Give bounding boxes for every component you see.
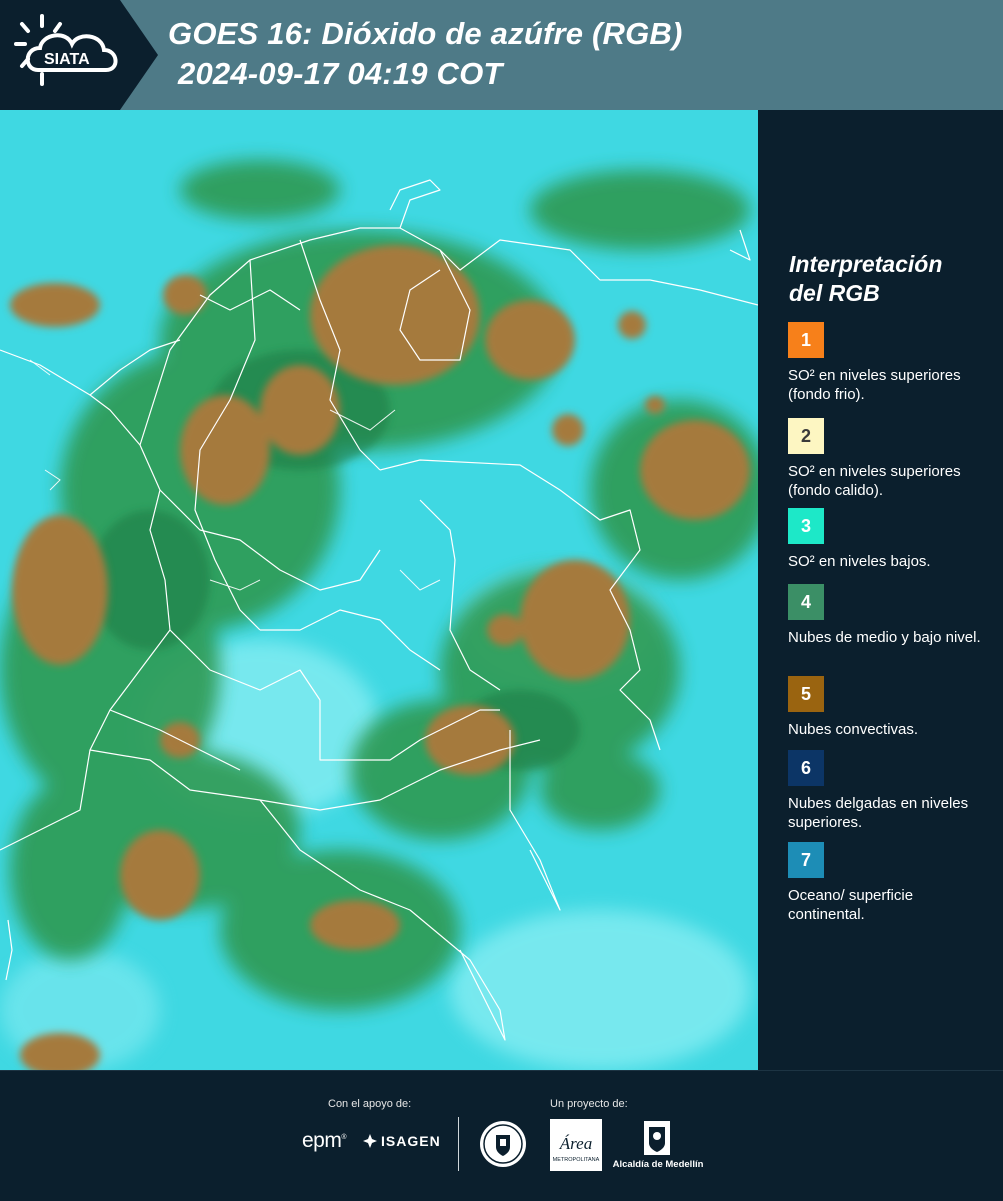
legend-label: SO² en niveles bajos. [788,553,931,570]
legend-item: 3 SO² en niveles bajos. [788,508,993,571]
legend-swatch: 5 [788,676,824,712]
legend-label: SO² en niveles superiores (fondo frio). [788,367,961,403]
support-label: Con el apoyo de: [328,1098,412,1110]
footer-divider [458,1117,459,1171]
isagen-logo[interactable]: ISAGEN [362,1133,441,1149]
legend-swatch: 3 [788,508,824,544]
alcaldia-text: Alcaldía de Medellín [612,1159,704,1170]
page-timestamp: 2024-09-17 04:19 COT [178,56,503,91]
siata-logo[interactable]: SIATA [0,0,158,110]
footer: Con el apoyo de: Un proyecto de: epm® IS… [0,1070,1003,1201]
legend-swatch: 7 [788,842,824,878]
legend-label: Oceano/ superficie continental. [788,887,914,923]
legend-label: Nubes de medio y bajo nivel. [788,629,981,646]
legend-label: SO² en niveles superiores (fondo calido)… [788,463,961,499]
legend-panel: Interpretación del RGB 1 SO² en niveles … [760,110,1003,1070]
svg-text:Área: Área [559,1134,592,1153]
siata-logo-text: SIATA [44,51,90,68]
legend-item: 2 SO² en niveles superiores (fondo calid… [788,418,993,500]
legend-item: 5 Nubes convectivas. [788,676,993,739]
isagen-icon [363,1134,377,1148]
header-bar: SIATA GOES 16: Dióxido de azúfre (RGB) 2… [0,0,1003,110]
legend-item: 7 Oceano/ superficie continental. [788,842,993,924]
alcaldia-shield-icon [644,1121,670,1155]
medellin-seal-icon[interactable] [478,1119,528,1169]
legend-swatch: 4 [788,584,824,620]
legend-item: 6 Nubes delgadas en niveles superiores. [788,750,993,832]
area-metropolitana-logo[interactable]: Área METROPOLITANA [550,1119,602,1171]
area-metropolitana-icon: Área METROPOLITANA [550,1119,602,1171]
legend-label: Nubes delgadas en niveles superiores. [788,795,969,831]
sun-cloud-icon: SIATA [14,14,118,86]
page-title: GOES 16: Dióxido de azúfre (RGB) [168,16,683,51]
legend-swatch: 6 [788,750,824,786]
alcaldia-medellin-logo[interactable]: Alcaldía de Medellín [612,1119,704,1175]
legend-item: 1 SO² en niveles superiores (fondo frio)… [788,322,993,404]
svg-text:METROPOLITANA: METROPOLITANA [553,1157,600,1163]
satellite-image [0,110,758,1070]
satellite-map[interactable] [0,110,758,1070]
legend-item: 4 Nubes de medio y bajo nivel. [788,584,993,647]
legend-title: Interpretación del RGB [789,251,943,306]
legend-label: Nubes convectivas. [788,721,919,738]
project-label: Un proyecto de: [550,1098,628,1110]
epm-logo[interactable]: epm® [302,1129,346,1153]
legend-swatch: 1 [788,322,824,358]
legend-swatch: 2 [788,418,824,454]
